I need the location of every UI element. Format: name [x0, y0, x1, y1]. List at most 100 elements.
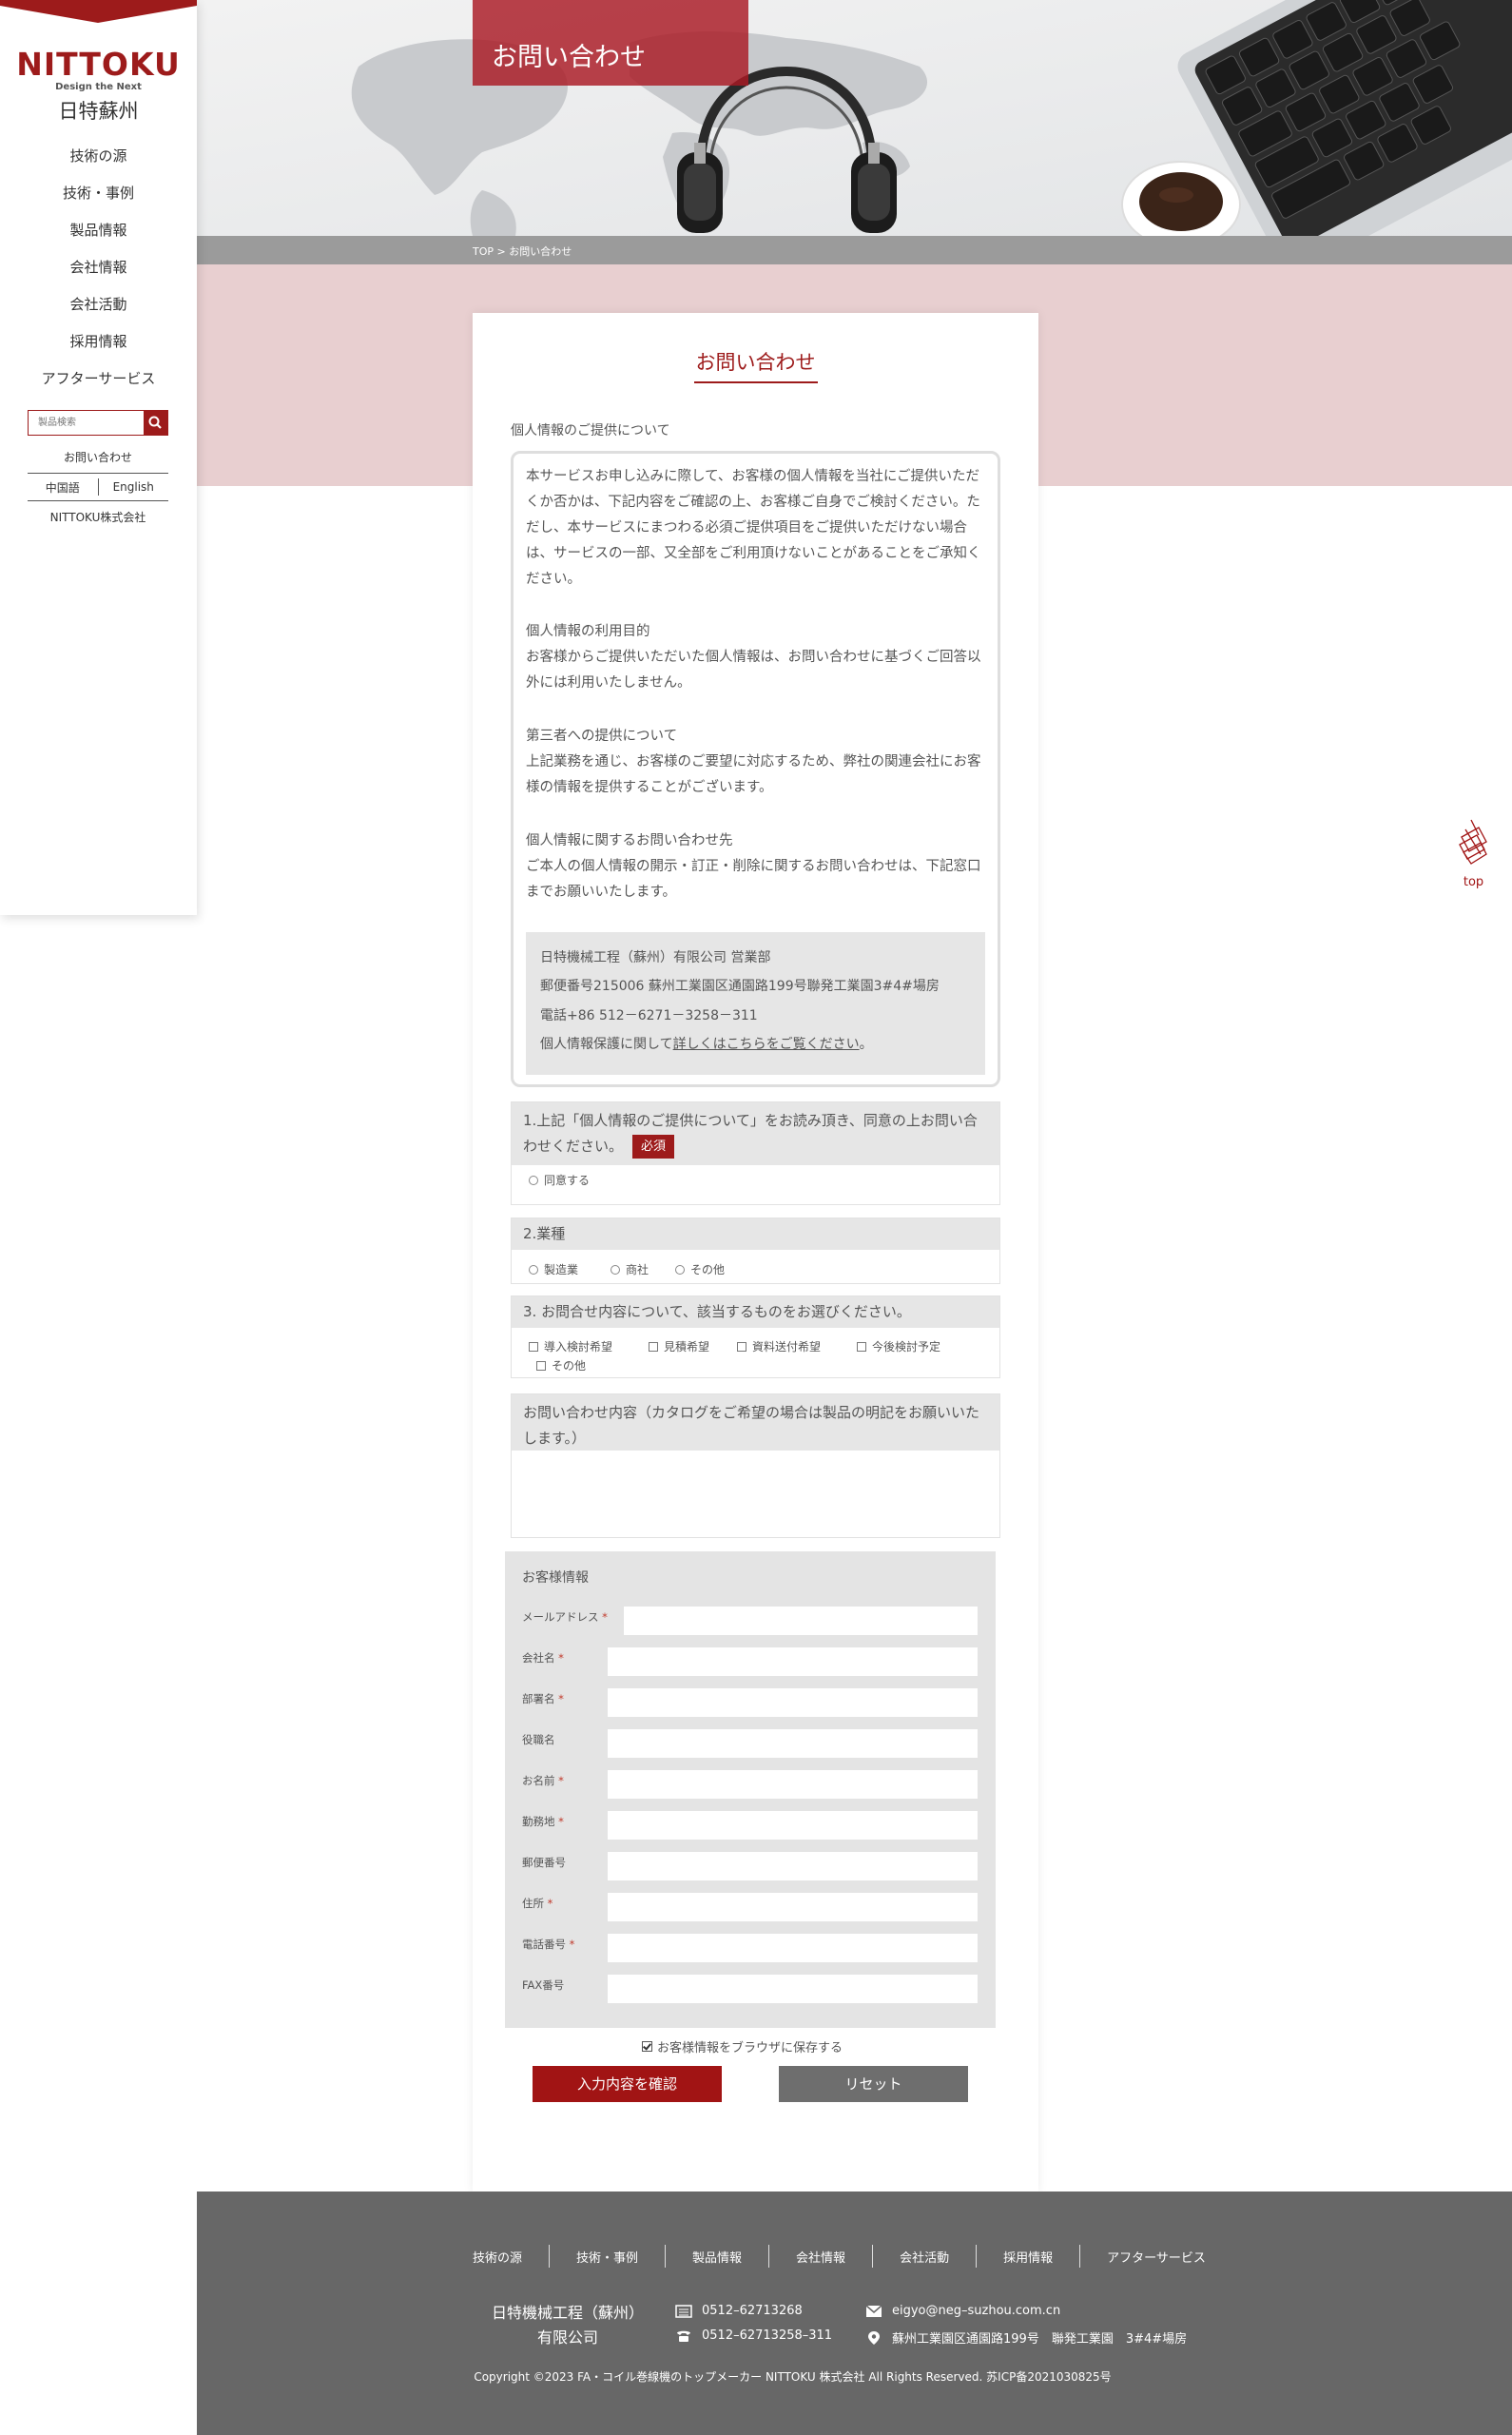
type-option-label: 今後検討予定	[872, 1340, 941, 1354]
header-ribbon	[0, 0, 197, 23]
phone-field[interactable]	[608, 1934, 978, 1962]
save-info-checkbox[interactable]: お客様情報をブラウザに保存する	[642, 2037, 843, 2055]
logo-tagline: Design the Next	[55, 82, 142, 92]
position-field[interactable]	[608, 1729, 978, 1758]
sidebar-item-products[interactable]: 製品情報	[0, 217, 197, 254]
type-check-future[interactable]: 今後検討予定	[857, 1338, 940, 1354]
addr-postal: 郵便番号215006 蘇州工業園区通園路199号聯発工業園3#4#場房	[540, 979, 940, 994]
q2-header: 2.業種	[512, 1218, 999, 1250]
sidebar-item-technology-source[interactable]: 技術の源	[0, 143, 197, 180]
required-mark: *	[602, 1610, 608, 1624]
industry-option-label: 製造業	[544, 1263, 579, 1276]
company-field[interactable]	[608, 1647, 978, 1676]
industry-radio-other[interactable]: その他	[675, 1261, 725, 1277]
privacy-detail-link[interactable]: 詳しくはこちらをご覧ください	[673, 1037, 860, 1052]
footer-link-recruit[interactable]: 採用情報	[977, 2248, 1079, 2266]
addr-link-prefix: 個人情報保護に関して	[540, 1037, 673, 1052]
search-input[interactable]	[29, 411, 145, 435]
fax-field[interactable]	[608, 1975, 978, 2003]
fax-label: FAX番号	[522, 1977, 564, 1993]
privacy-address-box: 日特機械工程（蘇州）有限公司 営業部 郵便番号215006 蘇州工業園区通園路1…	[526, 932, 985, 1075]
search-icon	[148, 416, 162, 429]
save-info-label: お客様情報をブラウザに保存する	[657, 2041, 843, 2055]
privacy-policy-box[interactable]: 本サービスお申し込みに際して、お客様の個人情報を当社にご提供いただくか否かは、下…	[511, 451, 1000, 1087]
privacy-purpose-title: 個人情報の利用目的	[526, 624, 650, 639]
q1-agreement-block: 1.上記「個人情報のご提供について」をお読み頂き、同意の上お問い合わせください。…	[511, 1101, 1000, 1205]
department-field[interactable]	[608, 1688, 978, 1717]
position-label: 役職名	[522, 1732, 555, 1747]
privacy-inquiry-body: ご本人の個人情報の開示・訂正・削除に関するお問い合わせは、下記窓口までお願いいた…	[526, 859, 981, 900]
customer-info-section: お客様情報 メールアドレス * 会社名 * 部署名 * 役職名 お名前 * 勤務…	[505, 1551, 996, 2028]
type-check-introduction[interactable]: 導入検討希望	[529, 1338, 612, 1354]
sidebar-item-after-service[interactable]: アフターサービス	[0, 365, 197, 402]
radio-icon	[611, 1264, 620, 1275]
required-mark: *	[558, 1692, 564, 1705]
name-label: お名前 *	[522, 1773, 564, 1788]
confirm-button[interactable]: 入力内容を確認	[533, 2066, 722, 2102]
sidebar-item-technology-cases[interactable]: 技術・事例	[0, 180, 197, 217]
hero-banner: お問い合わせ	[197, 0, 1512, 236]
footer-nav: 技術の源 技術・事例 製品情報 会社情報 会社活動 採用情報 アフターサービス	[473, 2245, 1232, 2268]
addr-tel: 電話+86 512－6271－3258－311	[540, 1008, 758, 1023]
email-label: メールアドレス *	[522, 1609, 608, 1625]
industry-option-label: その他	[690, 1263, 726, 1276]
department-label: 部署名 *	[522, 1691, 564, 1706]
name-field[interactable]	[608, 1770, 978, 1799]
lang-english-link[interactable]: English	[99, 480, 169, 494]
address-field[interactable]	[608, 1893, 978, 1921]
field-label-text: 郵便番号	[522, 1856, 566, 1869]
fax-icon	[675, 2304, 692, 2318]
required-mark: *	[558, 1651, 564, 1665]
footer-tel-number: 0512–62713258–311	[702, 2328, 833, 2343]
back-to-top-button[interactable]: top	[1452, 808, 1490, 894]
industry-radio-trading[interactable]: 商社	[611, 1261, 649, 1277]
reset-button[interactable]: リセット	[779, 2066, 968, 2102]
field-label-text: 役職名	[522, 1733, 555, 1746]
agree-radio-label: 同意する	[544, 1174, 591, 1187]
breadcrumb: TOP > お問い合わせ	[197, 236, 1512, 264]
footer-link-after-service[interactable]: アフターサービス	[1080, 2248, 1232, 2266]
required-mark: *	[558, 1774, 564, 1787]
type-check-other[interactable]: その他	[536, 1357, 586, 1373]
checkbox-checked-icon	[642, 2041, 652, 2052]
phone-icon	[677, 2330, 690, 2342]
postal-label: 郵便番号	[522, 1855, 566, 1870]
search-button[interactable]	[144, 411, 167, 435]
footer-link-technology-source[interactable]: 技術の源	[473, 2248, 549, 2266]
workplace-field[interactable]	[608, 1811, 978, 1840]
message-textarea[interactable]	[512, 1451, 999, 1537]
language-switcher: 中国語 English	[28, 473, 168, 501]
required-mark: *	[547, 1897, 553, 1910]
radio-icon	[529, 1264, 538, 1275]
checkbox-icon	[649, 1341, 658, 1352]
postal-field[interactable]	[608, 1852, 978, 1880]
footer-link-activities[interactable]: 会社活動	[873, 2248, 976, 2266]
type-check-materials[interactable]: 資料送付希望	[737, 1338, 821, 1354]
footer-company-line2: 有限公司	[536, 2328, 598, 2347]
field-label-text: メールアドレス	[522, 1610, 599, 1624]
footer-link-products[interactable]: 製品情報	[666, 2248, 768, 2266]
email-field[interactable]	[624, 1607, 978, 1635]
footer-email[interactable]: eigyo@neg–suzhou.com.cn	[865, 2304, 1060, 2318]
sidebar-item-company[interactable]: 会社情報	[0, 254, 197, 291]
sidebar-item-recruit[interactable]: 採用情報	[0, 328, 197, 365]
location-pin-icon	[868, 2330, 880, 2345]
parent-company-link[interactable]: NITTOKU株式会社	[28, 509, 168, 525]
q1-label: 1.上記「個人情報のご提供について」をお読み頂き、同意の上お問い合わせください。	[523, 1112, 978, 1155]
form-title: お問い合わせ	[473, 347, 1038, 383]
agree-radio[interactable]: 同意する	[529, 1172, 590, 1188]
q1-header: 1.上記「個人情報のご提供について」をお読み頂き、同意の上お問い合わせください。…	[512, 1102, 999, 1165]
address-label: 住所 *	[522, 1896, 552, 1911]
field-label-text: FAX番号	[522, 1978, 565, 1992]
footer-link-technology-cases[interactable]: 技術・事例	[550, 2248, 665, 2266]
form-title-text: お問い合わせ	[693, 347, 818, 383]
breadcrumb-text[interactable]: TOP > お問い合わせ	[473, 244, 572, 259]
type-check-quote[interactable]: 見積希望	[649, 1338, 709, 1354]
footer-link-company[interactable]: 会社情報	[769, 2248, 872, 2266]
sidebar-item-activities[interactable]: 会社活動	[0, 291, 197, 328]
sidebar-contact-link[interactable]: お問い合わせ	[28, 449, 168, 466]
lang-chinese-link[interactable]: 中国語	[28, 479, 98, 496]
q4-header: お問い合わせ内容（カタログをご希望の場合は製品の明記をお願いいたします。）	[512, 1394, 999, 1457]
industry-radio-manufacturing[interactable]: 製造業	[529, 1261, 578, 1277]
logo[interactable]: NITTOKU Design the Next 日特蘇州	[0, 48, 197, 124]
